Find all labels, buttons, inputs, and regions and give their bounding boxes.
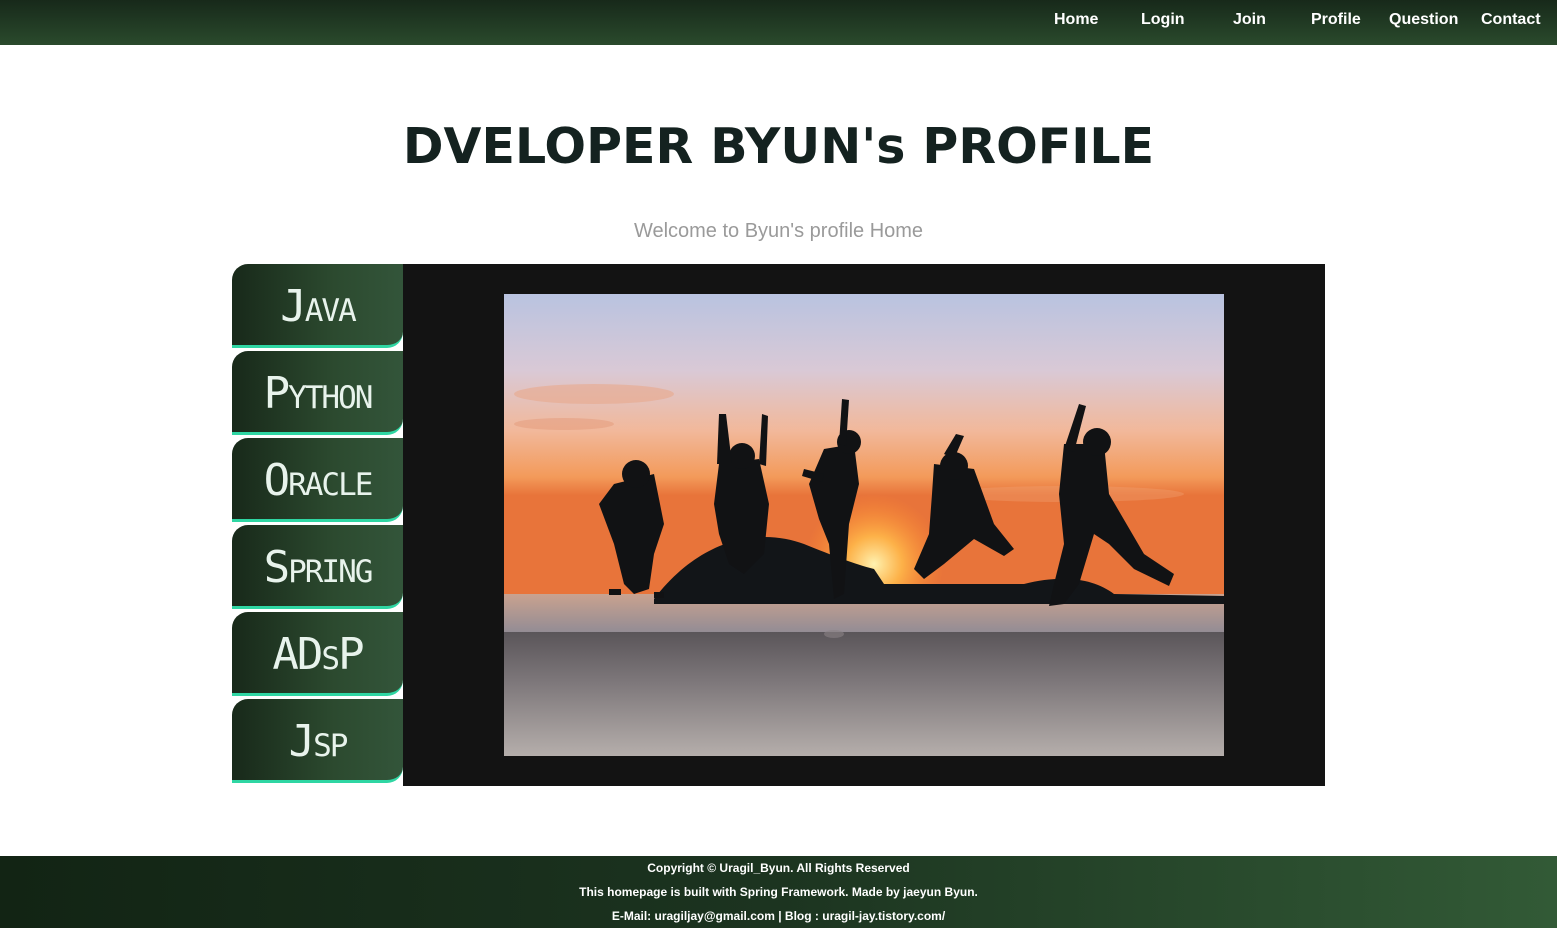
page-title: DVELOPER BYUN's PROFILE	[402, 118, 1155, 175]
skills-menu: Java Python Oracle Spring ADsP Jsp	[232, 264, 403, 786]
footer: Copyright © Uragil_Byun. All Rights Rese…	[0, 856, 1557, 928]
content-panel	[403, 264, 1325, 786]
nav-home-link[interactable]: Home	[1054, 0, 1098, 40]
menu-item-label: Java	[280, 281, 356, 332]
menu-item-jsp[interactable]: Jsp	[232, 699, 403, 783]
menu-item-label: ADsP	[272, 629, 364, 680]
page-subtitle: Welcome to Byun's profile Home	[633, 220, 924, 242]
nav-login-link[interactable]: Login	[1141, 0, 1185, 40]
footer-copyright: Copyright © Uragil_Byun. All Rights Rese…	[647, 861, 910, 875]
footer-built-with: This homepage is built with Spring Frame…	[579, 885, 978, 899]
top-nav-bar: Home Login Join Profile Question Contact	[0, 0, 1557, 45]
menu-item-java[interactable]: Java	[232, 264, 403, 348]
menu-item-python[interactable]: Python	[232, 351, 403, 435]
nav-question-link[interactable]: Question	[1389, 0, 1458, 40]
footer-contact: E-Mail: uragiljay@gmail.com | Blog : ura…	[611, 909, 946, 923]
nav-join-link[interactable]: Join	[1233, 0, 1266, 40]
menu-item-adsp[interactable]: ADsP	[232, 612, 403, 696]
menu-item-oracle[interactable]: Oracle	[232, 438, 403, 522]
nav-profile-link[interactable]: Profile	[1311, 0, 1361, 40]
menu-item-label: Python	[263, 368, 374, 419]
nav-contact-link[interactable]: Contact	[1481, 0, 1541, 40]
beach-sunset-photo	[504, 294, 1224, 756]
menu-item-spring[interactable]: Spring	[232, 525, 403, 609]
menu-item-label: Jsp	[288, 716, 349, 767]
photo-image	[504, 294, 1224, 756]
menu-item-label: Spring	[263, 542, 374, 593]
menu-item-label: Oracle	[263, 455, 374, 506]
